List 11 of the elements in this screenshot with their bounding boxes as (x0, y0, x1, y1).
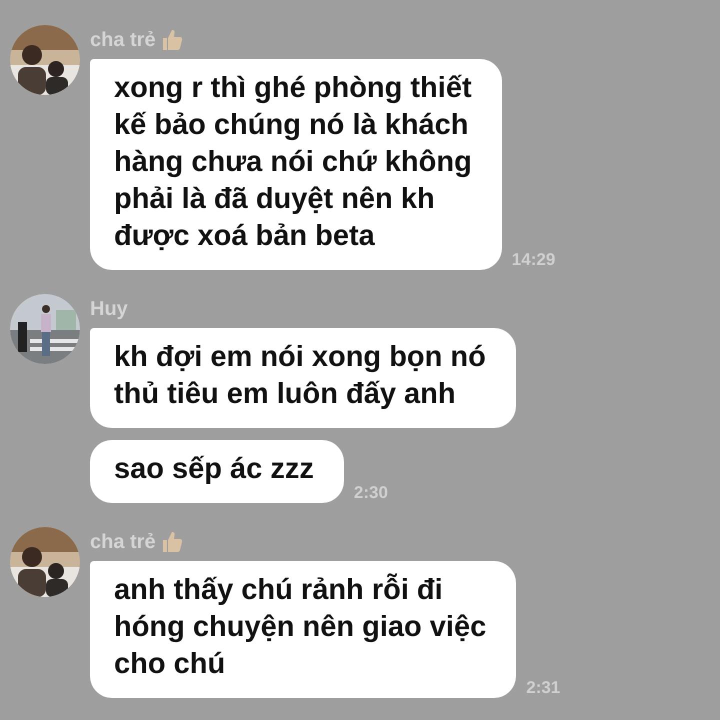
message-text: phải là đã duyệt nên kh (114, 182, 436, 217)
message-text: xong r thì ghé phòng thiết (114, 71, 472, 106)
message-text: cho chú (114, 647, 226, 682)
message-text: hàng chưa nói chứ không (114, 145, 472, 180)
message-text: hóng chuyện nên giao việc (114, 610, 486, 645)
message-text: được xoá bản beta (114, 219, 376, 254)
message-text: thủ tiêu em luôn đấy anh (114, 377, 457, 412)
message-text: kh đợi em nói xong bọn nó (114, 340, 486, 375)
message-text: anh thấy chú rảnh rỗi đi (114, 572, 444, 608)
message-text: sao sếp ác zzz (114, 452, 314, 487)
message-text: kế bảo chúng nó là khách (114, 108, 470, 143)
